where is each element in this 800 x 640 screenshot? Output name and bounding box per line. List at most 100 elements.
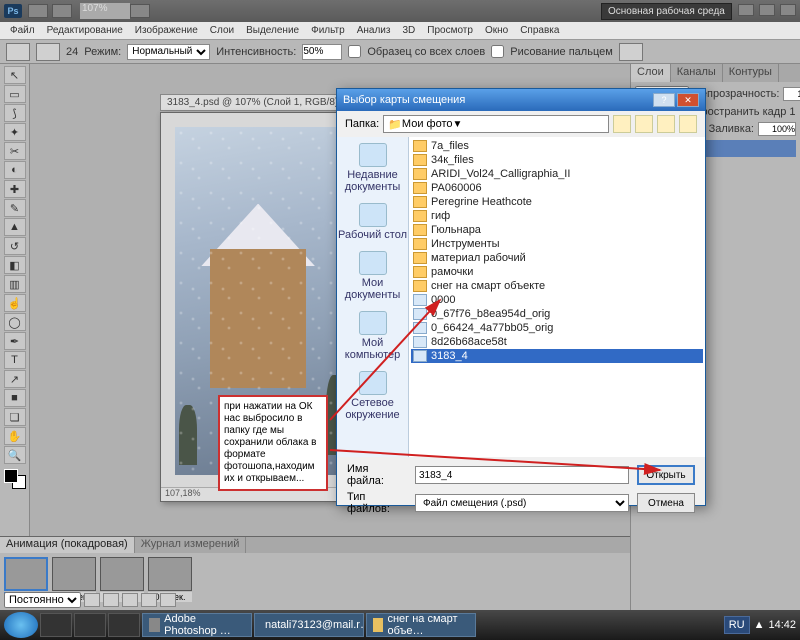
opacity-input[interactable]	[783, 87, 800, 101]
menu-filter[interactable]: Фильтр	[305, 25, 351, 36]
history-brush-tool[interactable]: ↺	[4, 237, 26, 255]
language-indicator[interactable]: RU	[724, 616, 750, 634]
start-button[interactable]	[4, 612, 38, 638]
tab-paths[interactable]: Контуры	[723, 64, 779, 82]
list-item[interactable]: гиф	[411, 209, 703, 223]
tab-layers[interactable]: Слои	[631, 64, 671, 82]
tray-icon[interactable]: ▲	[754, 619, 765, 631]
color-swatches[interactable]	[4, 469, 26, 489]
place-mydocs[interactable]: Мои документы	[337, 251, 408, 301]
first-frame-button[interactable]	[84, 593, 100, 607]
intensity-input[interactable]	[302, 44, 342, 60]
lasso-tool[interactable]: ⟆	[4, 104, 26, 122]
menu-image[interactable]: Изображение	[129, 25, 204, 36]
place-recent[interactable]: Недавние документы	[337, 143, 408, 193]
list-item[interactable]: рамочки	[411, 265, 703, 279]
menu-file[interactable]: Файл	[4, 25, 41, 36]
workspace-button[interactable]: Основная рабочая среда	[601, 3, 732, 20]
heal-tool[interactable]: ✚	[4, 180, 26, 198]
path-tool[interactable]: ↗	[4, 370, 26, 388]
list-item[interactable]: 34к_files	[411, 153, 703, 167]
clock[interactable]: 14:42	[768, 619, 796, 631]
hand-tool[interactable]: ✋	[4, 427, 26, 445]
task-folder[interactable]: снег на смарт объе…	[366, 613, 476, 637]
back-icon[interactable]	[613, 115, 631, 133]
pinned-app-1[interactable]	[74, 613, 106, 637]
play-button[interactable]	[122, 593, 138, 607]
pen-tool[interactable]: ✒	[4, 332, 26, 350]
close-button[interactable]	[780, 4, 796, 16]
pinned-explorer[interactable]	[40, 613, 72, 637]
move-tool[interactable]: ↖	[4, 66, 26, 84]
zoom-tool[interactable]: 🔍	[4, 446, 26, 464]
view-extras-button[interactable]	[52, 4, 72, 18]
zoom-select[interactable]: 107%	[80, 3, 130, 19]
list-item[interactable]: Peregrine Heathcote	[411, 195, 703, 209]
eyedropper-tool[interactable]: ◐	[4, 161, 26, 179]
dodge-tool[interactable]: ◯	[4, 313, 26, 331]
wand-tool[interactable]: ✦	[4, 123, 26, 141]
menu-window[interactable]: Окно	[479, 25, 514, 36]
eraser-tool[interactable]: ◧	[4, 256, 26, 274]
menu-layer[interactable]: Слои	[204, 25, 240, 36]
maximize-button[interactable]	[759, 4, 775, 16]
tablet-pressure-icon[interactable]	[619, 43, 643, 61]
loop-select[interactable]: Постоянно	[4, 592, 81, 608]
folder-select[interactable]: 📁 Мои фото ▼	[383, 115, 609, 133]
document-tab[interactable]: 3183_4.psd @ 107% (Слой 1, RGB/8) *	[160, 94, 352, 111]
menu-select[interactable]: Выделение	[240, 25, 305, 36]
shape-tool[interactable]: ■	[4, 389, 26, 407]
menu-help[interactable]: Справка	[514, 25, 565, 36]
sample-all-checkbox[interactable]	[348, 45, 361, 58]
list-item[interactable]: 8d26b68ace58t	[411, 335, 703, 349]
pinned-app-2[interactable]	[108, 613, 140, 637]
dialog-close-button[interactable]: ✕	[677, 93, 699, 107]
next-frame-button[interactable]	[141, 593, 157, 607]
list-item[interactable]: 0_66424_4a77bb05_orig	[411, 321, 703, 335]
list-item[interactable]: Гюльнара	[411, 223, 703, 237]
place-network[interactable]: Сетевое окружение	[337, 371, 408, 421]
place-computer[interactable]: Мой компьютер	[337, 311, 408, 361]
menu-analysis[interactable]: Анализ	[351, 25, 397, 36]
blend-mode-select[interactable]: Нормальный	[127, 44, 210, 60]
list-item[interactable]: Инструменты	[411, 237, 703, 251]
list-item[interactable]: 0000	[411, 293, 703, 307]
list-item[interactable]: материал рабочий	[411, 251, 703, 265]
cancel-button[interactable]: Отмена	[637, 493, 695, 513]
prev-frame-button[interactable]	[103, 593, 119, 607]
new-folder-icon[interactable]	[657, 115, 675, 133]
list-item[interactable]: 7a_files	[411, 139, 703, 153]
list-item[interactable]: PA060006	[411, 181, 703, 195]
brush-tool[interactable]: ✎	[4, 199, 26, 217]
hand-button[interactable]	[130, 4, 150, 18]
tab-animation[interactable]: Анимация (покадровая)	[0, 537, 135, 553]
smudge-tool[interactable]: ☝	[4, 294, 26, 312]
tab-measurements[interactable]: Журнал измерений	[135, 537, 247, 553]
task-photoshop[interactable]: Adobe Photoshop …	[142, 613, 252, 637]
file-list[interactable]: 7a_files34к_filesARIDI_Vol24_Calligraphi…	[409, 137, 705, 457]
list-item[interactable]: снег на смарт объекте	[411, 279, 703, 293]
dialog-help-button[interactable]: ?	[653, 93, 675, 107]
menu-edit[interactable]: Редактирование	[41, 25, 129, 36]
task-browser[interactable]: natali73123@mail.r…	[254, 613, 364, 637]
marquee-tool[interactable]: ▭	[4, 85, 26, 103]
minimize-button[interactable]	[738, 4, 754, 16]
3d-tool[interactable]: ❏	[4, 408, 26, 426]
views-icon[interactable]	[679, 115, 697, 133]
crop-tool[interactable]: ✂	[4, 142, 26, 160]
fill-input[interactable]	[758, 122, 796, 136]
last-frame-button[interactable]	[160, 593, 176, 607]
place-desktop[interactable]: Рабочий стол	[338, 203, 407, 241]
filetype-select[interactable]: Файл смещения (.psd)	[415, 494, 629, 512]
tab-channels[interactable]: Каналы	[671, 64, 723, 82]
menu-view[interactable]: Просмотр	[421, 25, 479, 36]
up-icon[interactable]	[635, 115, 653, 133]
type-tool[interactable]: T	[4, 351, 26, 369]
menu-3d[interactable]: 3D	[396, 25, 421, 36]
stamp-tool[interactable]: ▲	[4, 218, 26, 236]
open-button[interactable]: Открыть	[637, 465, 695, 485]
dialog-titlebar[interactable]: Выбор карты смещения ? ✕	[337, 89, 705, 111]
list-item[interactable]: 3183_4	[411, 349, 703, 363]
finger-paint-checkbox[interactable]	[491, 45, 504, 58]
launch-bridge-button[interactable]	[28, 4, 48, 18]
